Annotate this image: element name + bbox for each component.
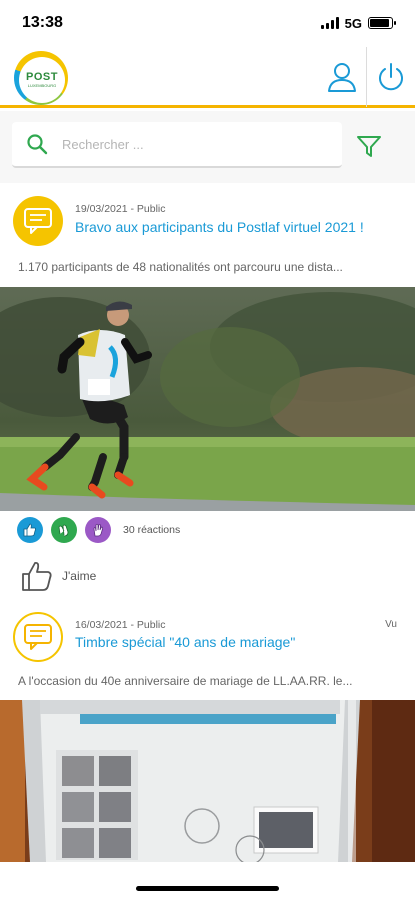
post-card[interactable]: 19/03/2021 - Public Bravo aux participan… xyxy=(0,196,415,286)
search-placeholder: Rechercher ... xyxy=(62,136,144,152)
battery-fill xyxy=(370,19,389,27)
search-input[interactable]: Rechercher ... xyxy=(12,122,342,168)
home-indicator[interactable] xyxy=(136,886,279,891)
reactions-row[interactable]: 30 réactions xyxy=(17,517,180,543)
runner-photo xyxy=(0,287,415,511)
logo-subtext: LUXEMBOURG xyxy=(27,83,57,88)
clap-icon xyxy=(58,524,69,537)
signal-icon xyxy=(320,17,339,29)
reaction-count: 30 réactions xyxy=(123,524,181,536)
post-title[interactable]: Timbre spécial "40 ans de mariage" xyxy=(75,634,295,650)
post-excerpt: 1.170 participants de 48 nationalités on… xyxy=(18,260,343,274)
filter-icon xyxy=(357,136,381,157)
search-area: Rechercher ... xyxy=(0,111,415,183)
filter-button[interactable] xyxy=(355,133,383,161)
hand-icon xyxy=(93,523,104,537)
thumbs-up-icon xyxy=(23,523,36,537)
logo-text: POST xyxy=(26,71,58,83)
like-label: J'aime xyxy=(62,569,97,583)
thumbs-up-outline-icon xyxy=(22,561,52,591)
like-button[interactable]: J'aime xyxy=(20,559,96,593)
power-icon xyxy=(379,62,403,90)
post-image[interactable] xyxy=(0,700,415,862)
chat-bubble-icon xyxy=(24,208,52,234)
post-excerpt: A l'occasion du 40e anniversaire de mari… xyxy=(18,674,353,688)
app-header: POST LUXEMBOURG xyxy=(0,46,415,108)
logout-button[interactable] xyxy=(367,47,415,107)
search-icon xyxy=(27,134,48,155)
post-image[interactable] xyxy=(0,287,415,511)
status-bar: 13:38 5G xyxy=(0,0,415,46)
user-icon xyxy=(328,62,356,92)
chat-bubble-icon xyxy=(24,624,52,650)
profile-button[interactable] xyxy=(318,47,366,107)
post-avatar xyxy=(13,612,63,662)
post-title[interactable]: Bravo aux participants du Postlaf virtue… xyxy=(75,219,364,235)
status-indicators: 5G xyxy=(320,15,396,31)
header-actions xyxy=(318,46,415,107)
status-time: 13:38 xyxy=(22,14,63,31)
hand-reaction xyxy=(85,517,111,543)
post-card[interactable]: 16/03/2021 - Public Vu Timbre spécial "4… xyxy=(0,612,415,697)
post-meta: 19/03/2021 - Public xyxy=(75,203,166,215)
thumbs-up-reaction xyxy=(17,517,43,543)
post-meta: 16/03/2021 - Public xyxy=(75,619,166,631)
stamp-photo xyxy=(0,700,415,862)
seen-badge: Vu xyxy=(385,619,397,630)
network-label: 5G xyxy=(344,15,362,31)
battery-icon xyxy=(368,17,396,29)
bottom-safe-area xyxy=(0,862,415,900)
post-avatar xyxy=(13,196,63,246)
clap-reaction xyxy=(51,517,77,543)
post-logo[interactable]: POST LUXEMBOURG xyxy=(14,49,68,105)
